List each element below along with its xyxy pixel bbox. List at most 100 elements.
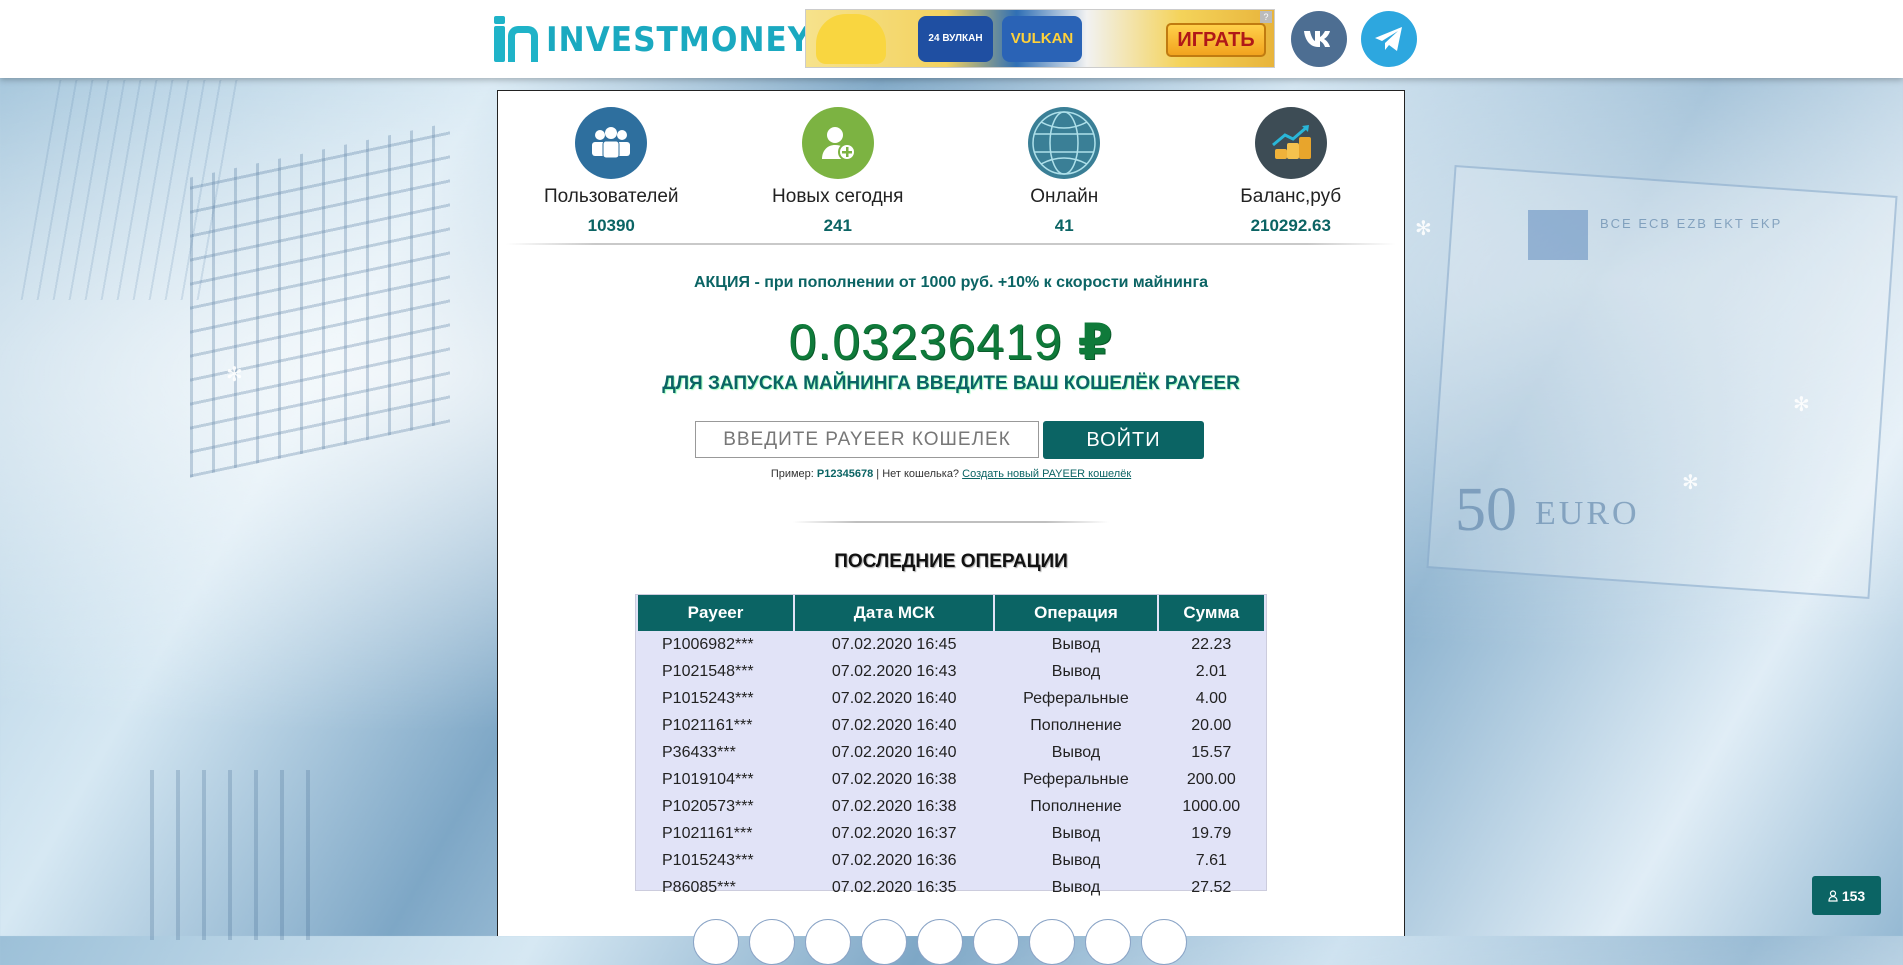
- stat-balance: Баланс,руб 210292.63: [1196, 91, 1386, 243]
- stats-bar: Пользователей 10390 Новых сегодня 241 Он…: [498, 91, 1404, 243]
- telegram-share-icon[interactable]: [973, 919, 1019, 965]
- online-count: 153: [1841, 887, 1866, 904]
- table-row: P36433*** 07.02.2020 16:40 Вывод 15.57: [638, 739, 1264, 766]
- login-button[interactable]: ВОЙТИ: [1043, 421, 1204, 459]
- casino-ad-banner[interactable]: 24 ВУЛКАН VULKAN GO ИГРАТЬ ?: [805, 9, 1275, 68]
- hint-prefix: Пример:: [770, 468, 814, 480]
- banner-brand: VULKAN GO: [1002, 16, 1082, 62]
- pikachu-icon: [816, 14, 886, 64]
- stat-value: 10390: [587, 216, 635, 235]
- column-header: Сумма: [1158, 595, 1264, 631]
- main-panel: Пользователей 10390 Новых сегодня 241 Он…: [497, 90, 1405, 965]
- hint-no-wallet: Нет кошелька?: [882, 468, 960, 480]
- date-cell: 07.02.2020 16:35: [831, 878, 957, 896]
- section-divider: [793, 521, 1109, 523]
- background-building-left: [20, 80, 240, 300]
- telegram-icon: [1375, 27, 1402, 51]
- coins-growth-icon: [1254, 107, 1327, 179]
- payeer-wallet-input[interactable]: [695, 421, 1039, 458]
- amount-cell: 19.79: [1191, 824, 1232, 842]
- background-eu-flag: [1528, 210, 1588, 260]
- amount-cell: 20.00: [1191, 716, 1232, 734]
- vk-share-icon[interactable]: [693, 919, 739, 965]
- operations-table: Payeer Дата МСК Операция Сумма P1006982*…: [636, 595, 1266, 901]
- site-logo[interactable]: INVESTMONEY: [494, 14, 834, 66]
- user-icon: [1828, 889, 1838, 902]
- payeer-cell: P86085***: [662, 878, 736, 896]
- mailru-share-icon[interactable]: [917, 919, 963, 965]
- payeer-cell: P1021548***: [662, 662, 754, 680]
- telegram-link[interactable]: [1361, 11, 1417, 67]
- stat-online: Онлайн 41: [969, 91, 1159, 243]
- amount-cell: 7.61: [1195, 851, 1227, 869]
- payeer-cell: P1021161***: [662, 716, 753, 734]
- amount-cell: 4.00: [1195, 689, 1227, 707]
- online-counter-badge[interactable]: 153: [1812, 876, 1881, 915]
- date-cell: 07.02.2020 16:38: [831, 770, 957, 788]
- odnoklassniki-share-icon[interactable]: [861, 919, 907, 965]
- logo-mark-icon: [494, 16, 540, 64]
- payeer-cell: P1019104***: [662, 770, 754, 788]
- background-building: [190, 122, 450, 478]
- facebook-share-icon[interactable]: [749, 919, 795, 965]
- column-header: Payeer: [638, 595, 793, 631]
- vk-icon: [1304, 31, 1330, 47]
- vk-link[interactable]: [1291, 11, 1347, 67]
- table-row: P1015243*** 07.02.2020 16:40 Реферальные 4.…: [638, 685, 1264, 712]
- table-row: P1020573*** 07.02.2020 16:38 Пополнение 100…: [638, 793, 1264, 820]
- banner-play-button[interactable]: ИГРАТЬ: [1166, 23, 1266, 57]
- operations-body: P1006982*** 07.02.2020 16:45 Вывод 22.23 P10…: [638, 631, 1264, 901]
- stat-new-today: Новых сегодня 241: [743, 91, 933, 243]
- hint-separator: |: [876, 468, 880, 480]
- date-cell: 07.02.2020 16:40: [831, 743, 957, 761]
- column-header: Дата МСК: [795, 595, 994, 631]
- stat-value: 241: [823, 216, 852, 235]
- more-share-icon[interactable]: [1141, 919, 1187, 965]
- table-row: P1019104*** 07.02.2020 16:38 Реферальные 20…: [638, 766, 1264, 793]
- stats-divider: [506, 243, 1396, 245]
- operation-cell: Вывод: [1051, 662, 1101, 680]
- ruble-icon: ₽: [1077, 314, 1114, 370]
- site-header: INVESTMONEY 24 ВУЛКАН VULKAN GO ИГРАТЬ ?: [0, 0, 1903, 78]
- livejournal-share-icon[interactable]: [1085, 919, 1131, 965]
- stat-users: Пользователей 10390: [516, 91, 706, 243]
- operation-cell: Вывод: [1051, 743, 1101, 761]
- operation-cell: Вывод: [1051, 878, 1101, 896]
- background-banknote-euro: EURO: [1535, 495, 1640, 532]
- stat-label: Новых сегодня: [772, 186, 904, 207]
- stat-label: Пользователей: [543, 186, 679, 207]
- table-row: P1015243*** 07.02.2020 16:36 Вывод 7.61: [638, 847, 1264, 874]
- date-cell: 07.02.2020 16:36: [831, 851, 957, 869]
- snowflake-icon: ✻: [1793, 394, 1810, 416]
- mining-instruction: ДЛЯ ЗАПУСКА МАЙНИНГА ВВЕДИТЕ ВАШ КОШЕЛЁК…: [662, 373, 1240, 394]
- snowflake-icon: ✻: [1682, 472, 1699, 494]
- operation-cell: Вывод: [1051, 824, 1101, 842]
- mining-balance: 0.03236419 ₽: [498, 313, 1404, 371]
- operation-cell: Вывод: [1051, 635, 1101, 653]
- stat-value: 41: [1054, 216, 1074, 235]
- payeer-cell: P1015243***: [662, 689, 754, 707]
- table-row: P1021161*** 07.02.2020 16:37 Вывод 19.79: [638, 820, 1264, 847]
- twitter-share-icon[interactable]: [805, 919, 851, 965]
- operation-cell: Пополнение: [1030, 716, 1122, 734]
- payeer-cell: P1020573***: [662, 797, 754, 815]
- amount-cell: 15.57: [1191, 743, 1232, 761]
- ad-info-icon[interactable]: ?: [1260, 11, 1272, 23]
- amount-cell: 22.23: [1191, 635, 1232, 653]
- payeer-cell: P1006982***: [662, 635, 754, 653]
- operation-cell: Вывод: [1051, 851, 1101, 869]
- date-cell: 07.02.2020 16:38: [831, 797, 957, 815]
- create-wallet-link[interactable]: Создать новый PAYEER кошелёк: [962, 468, 1131, 480]
- column-header: Операция: [995, 595, 1157, 631]
- table-header-row: Payeer Дата МСК Операция Сумма: [638, 595, 1264, 631]
- promo-text: АКЦИЯ - при пополнении от 1000 руб. +10%…: [693, 274, 1209, 291]
- banner-badge: 24 ВУЛКАН: [918, 16, 993, 62]
- payeer-cell: P1015243***: [662, 851, 754, 869]
- operation-cell: Реферальные: [1023, 770, 1129, 788]
- operations-title: ПОСЛЕДНИЕ ОПЕРАЦИИ: [834, 551, 1068, 572]
- amount-cell: 200.00: [1186, 770, 1236, 788]
- amount-cell: 1000.00: [1182, 797, 1241, 815]
- email-share-icon[interactable]: [1029, 919, 1075, 965]
- table-row: P86085*** 07.02.2020 16:35 Вывод 27.52: [638, 874, 1264, 901]
- user-plus-icon: [801, 107, 874, 179]
